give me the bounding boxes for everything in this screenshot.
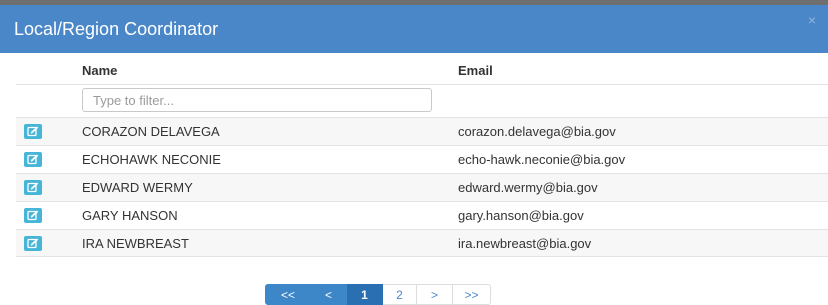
header-divider: [16, 84, 828, 85]
first-page-button[interactable]: <<: [265, 284, 311, 305]
edit-icon: [27, 238, 39, 249]
modal-title: Local/Region Coordinator: [14, 19, 219, 39]
next-page-button[interactable]: >: [417, 284, 453, 305]
cell-name: IRA NEWBREAST: [82, 236, 189, 251]
edit-icon: [27, 182, 39, 193]
column-header-email[interactable]: Email: [458, 60, 493, 82]
edit-button[interactable]: [24, 180, 42, 195]
cell-email: edward.wermy@bia.gov: [458, 180, 598, 195]
cell-name: GARY HANSON: [82, 208, 178, 223]
modal-header: Local/Region Coordinator ×: [0, 5, 828, 53]
edit-icon: [27, 126, 39, 137]
pagination: << < 1 2 > >>: [265, 284, 491, 305]
filter-input[interactable]: [82, 88, 432, 112]
close-icon[interactable]: ×: [805, 13, 819, 27]
edit-button[interactable]: [24, 208, 42, 223]
page-2-button[interactable]: 2: [383, 284, 417, 305]
table-row: GARY HANSON gary.hanson@bia.gov: [16, 201, 828, 229]
edit-button[interactable]: [24, 236, 42, 251]
table-row: ECHOHAWK NECONIE echo-hawk.neconie@bia.g…: [16, 145, 828, 173]
cell-email: gary.hanson@bia.gov: [458, 208, 584, 223]
cell-name: EDWARD WERMY: [82, 180, 193, 195]
edit-button[interactable]: [24, 124, 42, 139]
cell-name: ECHOHAWK NECONIE: [82, 152, 221, 167]
cell-email: ira.newbreast@bia.gov: [458, 236, 592, 251]
cell-name: CORAZON DELAVEGA: [82, 124, 220, 139]
cell-email: corazon.delavega@bia.gov: [458, 124, 616, 139]
last-page-button[interactable]: >>: [453, 284, 491, 305]
table-row: EDWARD WERMY edward.wermy@bia.gov: [16, 173, 828, 201]
table-row: CORAZON DELAVEGA corazon.delavega@bia.go…: [16, 117, 828, 145]
edit-button[interactable]: [24, 152, 42, 167]
edit-icon: [27, 154, 39, 165]
cell-email: echo-hawk.neconie@bia.gov: [458, 152, 626, 167]
page-1-button[interactable]: 1: [347, 284, 383, 305]
column-header-name[interactable]: Name: [82, 60, 117, 82]
edit-icon: [27, 210, 39, 221]
table-row: IRA NEWBREAST ira.newbreast@bia.gov: [16, 229, 828, 257]
coordinator-table: CORAZON DELAVEGA corazon.delavega@bia.go…: [16, 117, 828, 257]
prev-page-button[interactable]: <: [311, 284, 347, 305]
